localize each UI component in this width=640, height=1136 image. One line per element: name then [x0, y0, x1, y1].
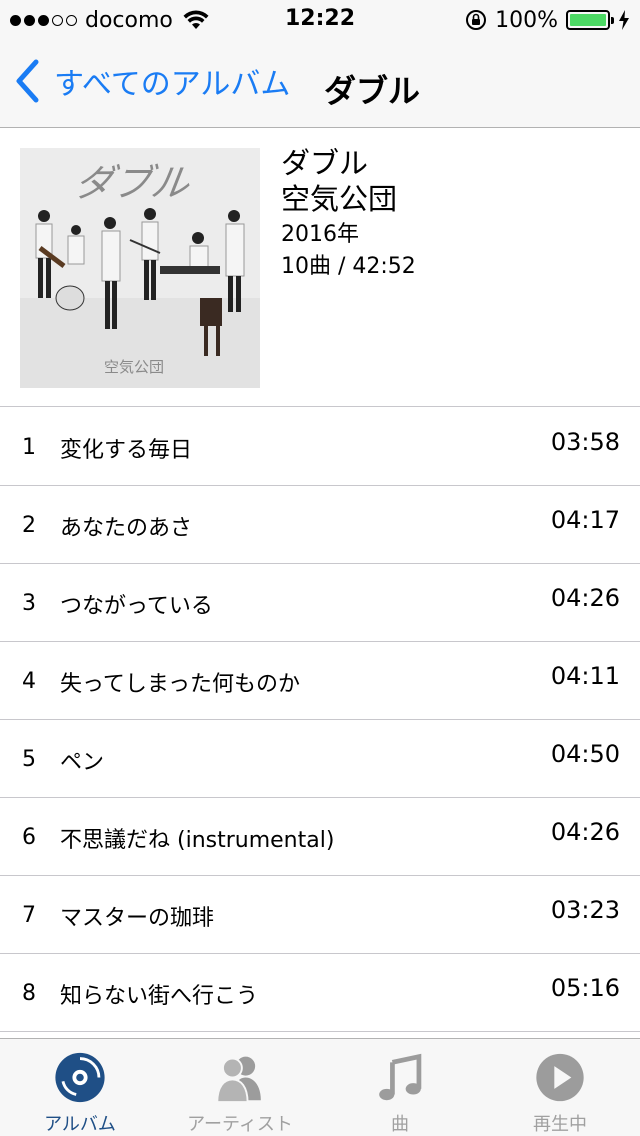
- track-title: 不思議だね (instrumental): [60, 828, 335, 853]
- track-duration: 04:11: [550, 662, 620, 690]
- tab-artists[interactable]: アーティスト: [160, 1039, 320, 1136]
- track-row[interactable]: 4 失ってしまった何ものか 04:11: [0, 642, 640, 720]
- tab-label: 再生中: [533, 1114, 587, 1135]
- album-year: 2016年: [281, 222, 359, 247]
- track-number: 6: [22, 825, 36, 850]
- album-artist: 空気公団: [281, 182, 398, 216]
- album-title: ダブル: [281, 146, 369, 180]
- track-duration: 03:58: [550, 428, 620, 456]
- cover-artist-text: 空気公団: [104, 358, 164, 376]
- track-row[interactable]: 5 ペン 04:50: [0, 720, 640, 798]
- track-list: 1 変化する毎日 03:58 2 あなたのあさ 04:17 3 つながっている …: [0, 408, 640, 1032]
- album-icon: [55, 1052, 105, 1103]
- tab-bar: アルバム アーティスト 曲 再生中: [0, 1038, 640, 1136]
- tab-albums[interactable]: アルバム: [0, 1039, 160, 1136]
- back-button[interactable]: すべてのアルバム: [14, 58, 290, 104]
- music-note-icon: [379, 1053, 422, 1101]
- chevron-left-icon: [16, 59, 39, 103]
- battery-icon: [566, 10, 614, 30]
- track-duration: 04:26: [550, 584, 620, 612]
- track-row[interactable]: 8 知らない街へ行こう 05:16: [0, 954, 640, 1032]
- track-duration: 04:17: [550, 506, 620, 534]
- track-title: マスターの珈琲: [60, 906, 215, 931]
- artists-icon: [216, 1056, 261, 1104]
- tab-label: アーティスト: [187, 1114, 293, 1135]
- track-number: 5: [22, 747, 36, 772]
- album-track-count-duration: 10曲 / 42:52: [281, 254, 416, 279]
- track-title: あなたのあさ: [60, 516, 193, 541]
- album-cover: ダブル 空気公団: [20, 148, 260, 388]
- track-number: 3: [22, 591, 36, 616]
- track-row[interactable]: 7 マスターの珈琲 03:23: [0, 876, 640, 954]
- album-header: ダブル 空気公団 ダブル 空気公団 2016年 10曲 / 42:52: [0, 129, 640, 407]
- play-icon: [536, 1053, 584, 1102]
- battery-percent: 100%: [495, 7, 558, 33]
- track-title: 失ってしまった何ものか: [60, 672, 301, 697]
- track-duration: 04:50: [550, 740, 620, 768]
- track-row[interactable]: 1 変化する毎日 03:58: [0, 408, 640, 486]
- tab-label: アルバム: [44, 1114, 116, 1135]
- charging-bolt-icon: [619, 10, 629, 30]
- track-number: 7: [22, 903, 36, 928]
- status-right: 100%: [465, 6, 630, 34]
- rotation-lock-icon: [466, 10, 487, 30]
- tab-label: 曲: [391, 1114, 409, 1135]
- track-duration: 05:16: [550, 974, 620, 1002]
- track-title: 変化する毎日: [60, 438, 193, 463]
- back-label: すべてのアルバム: [54, 67, 291, 102]
- cover-title-text: ダブル: [72, 162, 193, 206]
- track-title: 知らない街へ行こう: [60, 984, 259, 1009]
- track-row[interactable]: 6 不思議だね (instrumental) 04:26: [0, 798, 640, 876]
- track-number: 8: [22, 981, 36, 1006]
- track-title: つながっている: [60, 594, 213, 619]
- track-duration: 03:23: [550, 896, 620, 924]
- track-number: 1: [22, 435, 36, 460]
- track-duration: 04:26: [550, 818, 620, 846]
- navigation-bar: すべてのアルバム ダブル: [0, 40, 640, 128]
- album-info: ダブル 空気公団 2016年 10曲 / 42:52: [281, 145, 416, 281]
- track-number: 2: [22, 513, 36, 538]
- tab-now-playing[interactable]: 再生中: [480, 1039, 640, 1136]
- album-artwork: ダブル 空気公団: [20, 148, 260, 388]
- track-row[interactable]: 2 あなたのあさ 04:17: [0, 486, 640, 564]
- tab-songs[interactable]: 曲: [320, 1039, 480, 1136]
- track-title: ペン: [60, 750, 105, 775]
- track-row[interactable]: 3 つながっている 04:26: [0, 564, 640, 642]
- track-number: 4: [22, 669, 36, 694]
- page-title: ダブル: [324, 72, 421, 110]
- status-bar: docomo 12:22 100%: [0, 0, 640, 40]
